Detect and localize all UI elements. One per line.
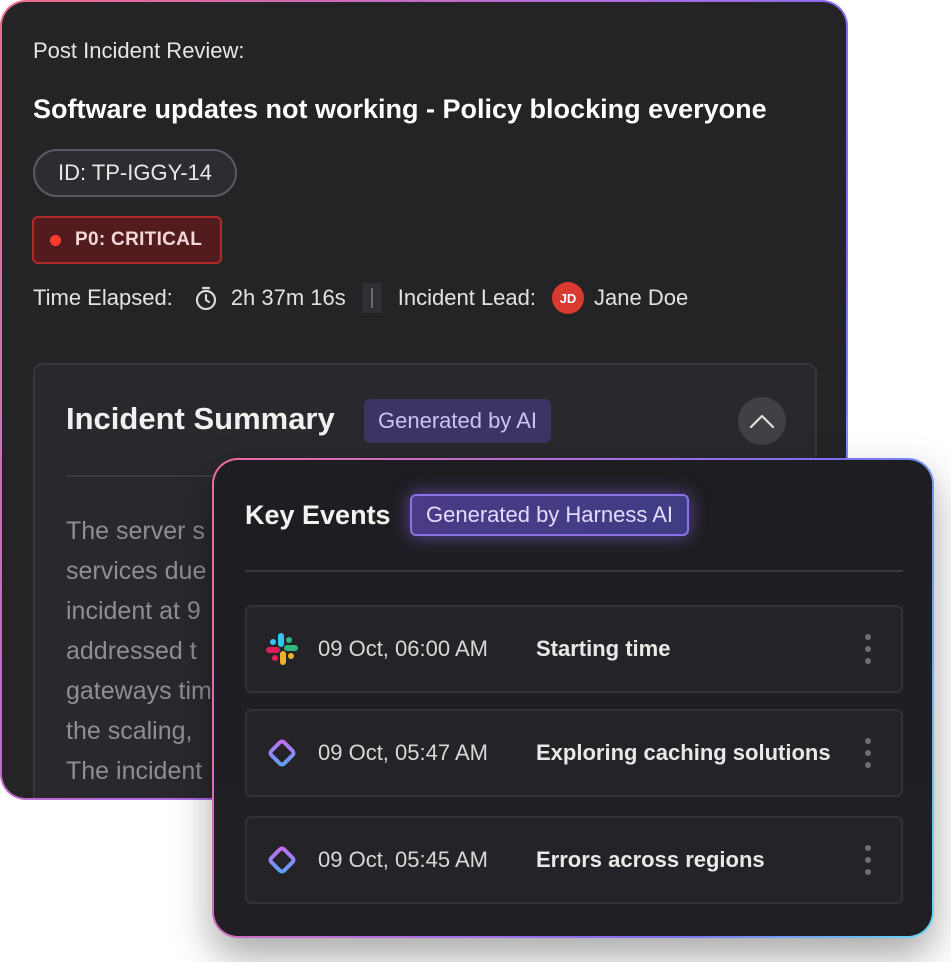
stopwatch-icon — [195, 286, 216, 311]
priority-badge: P0: CRITICAL — [32, 216, 222, 264]
more-options-icon[interactable] — [863, 634, 873, 664]
harness-icon — [268, 846, 296, 874]
generated-by-harness-ai-badge: Generated by Harness AI — [410, 494, 690, 536]
key-event-row[interactable]: 09 Oct, 05:47 AM Exploring caching solut… — [245, 709, 903, 797]
critical-dot-icon — [50, 234, 61, 246]
incident-summary-title: Incident Summary — [66, 401, 335, 436]
event-label: Starting time — [536, 636, 671, 661]
incident-id-pill: ID: TP-IGGY-14 — [33, 149, 237, 197]
key-event-row[interactable]: 09 Oct, 06:00 AM Starting time — [245, 605, 903, 693]
more-options-icon[interactable] — [863, 738, 873, 768]
incident-title: Software updates not working - Policy bl… — [33, 94, 767, 124]
key-events-card: Key Events Generated by Harness AI 09 Oc… — [212, 458, 934, 938]
key-event-row[interactable]: 09 Oct, 05:45 AM Errors across regions — [245, 816, 903, 904]
review-label: Post Incident Review: — [33, 38, 245, 63]
collapse-summary-button[interactable] — [738, 397, 786, 445]
event-time: 09 Oct, 05:45 AM — [318, 847, 488, 872]
event-label: Errors across regions — [536, 847, 765, 872]
key-events-divider — [245, 570, 903, 572]
priority-label: P0: CRITICAL — [75, 229, 203, 250]
event-time: 09 Oct, 06:00 AM — [318, 636, 488, 661]
chevron-up-icon — [749, 414, 775, 429]
event-time: 09 Oct, 05:47 AM — [318, 740, 488, 765]
incident-lead-label: Incident Lead: — [397, 285, 537, 310]
time-elapsed-label: Time Elapsed: — [33, 285, 173, 310]
generated-by-ai-badge: Generated by AI — [364, 399, 551, 443]
event-label: Exploring caching solutions — [536, 740, 831, 765]
slack-icon — [266, 633, 298, 665]
avatar[interactable]: JD — [552, 282, 585, 314]
key-events-card-body: Key Events Generated by Harness AI 09 Oc… — [214, 460, 932, 936]
harness-icon — [268, 739, 296, 767]
key-events-title: Key Events — [245, 500, 391, 530]
meta-divider — [361, 283, 382, 313]
incident-meta-row: Time Elapsed: 2h 37m 16s Incident Lead: … — [33, 282, 688, 314]
more-options-icon[interactable] — [863, 845, 873, 875]
time-elapsed-value: 2h 37m 16s — [230, 285, 346, 310]
incident-lead-name[interactable]: Jane Doe — [594, 285, 688, 311]
